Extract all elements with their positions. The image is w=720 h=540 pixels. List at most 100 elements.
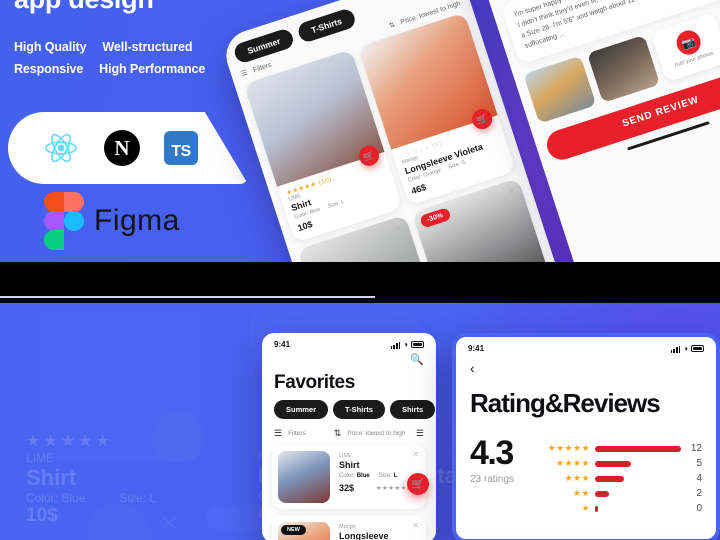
- rating-bar-stars: ★★★★★: [547, 443, 590, 453]
- review-photo-thumb[interactable]: [523, 55, 597, 124]
- rating-bar-fill: [594, 505, 598, 512]
- status-icons: ◑: [670, 344, 704, 353]
- screenshot-stage: app design High Quality Well-structured …: [0, 0, 720, 540]
- list-item[interactable]: NEW Mango Longsleeve Violeta Color: Oran…: [272, 516, 426, 540]
- back-button-icon[interactable]: ‹: [456, 355, 716, 376]
- filters-label[interactable]: Filters: [288, 430, 306, 437]
- faded-remove-icon: ✕: [160, 511, 179, 536]
- rating-bar-track: [594, 460, 681, 467]
- search-icon[interactable]: 🔍: [262, 351, 436, 366]
- item-size: Size: L: [378, 473, 398, 479]
- favorites-phone: 9:41 ◑ 🔍 Favorites Summer T-Shirts Shirt…: [262, 333, 436, 540]
- nextjs-logo-icon: N: [104, 130, 140, 166]
- item-brand: Mango: [339, 524, 356, 530]
- tech-stack-logos: N TS: [8, 112, 248, 184]
- typescript-logo-icon: TS: [164, 131, 198, 165]
- rating-distribution-bars: ★★★★★ 12 ★★★★ 5 ★★★ 4 ★★ 2 ★ 0: [528, 437, 702, 516]
- faded-brand: LIME: [26, 451, 55, 465]
- sort-icon[interactable]: ⇅: [334, 428, 342, 439]
- faded-cart-fab: [152, 411, 204, 463]
- rating-bar-value: 0: [696, 503, 702, 514]
- rating-bar-stars: ★★★★: [556, 458, 590, 468]
- faded-rating: ★★★★★: [26, 433, 113, 450]
- rating-bar-stars: ★★: [572, 488, 590, 498]
- item-price: 32$: [339, 483, 355, 493]
- wifi-icon: ◑: [683, 344, 688, 353]
- bullet-responsive: Responsive: [14, 62, 84, 76]
- filter-icon[interactable]: ☰: [274, 428, 282, 439]
- remove-icon[interactable]: ✕: [393, 222, 404, 235]
- rating-bar-track: [594, 445, 681, 452]
- rating-bar-stars: ★: [581, 503, 590, 513]
- rating-reviews-phone: 9:41 ◑ ‹ Rating&Reviews 4.3 23 ratings ★…: [452, 333, 720, 540]
- remove-item-icon[interactable]: ✕: [412, 450, 419, 459]
- rating-bar-value: 4: [696, 473, 702, 484]
- favorites-title: Favorites: [274, 372, 355, 393]
- cart-fab-button[interactable]: 🛒: [407, 473, 429, 495]
- rating-bar-row: ★★★★★ 12: [528, 441, 702, 456]
- sort-icon[interactable]: ⇅: [388, 21, 396, 30]
- item-name: Longsleeve Violeta: [339, 531, 389, 540]
- category-chip-row: Summer T-Shirts Shirts Je: [262, 400, 436, 419]
- chip-tshirts[interactable]: T-Shirts: [333, 400, 385, 419]
- rating-bar-track: [594, 505, 681, 512]
- rating-bar-fill: [594, 445, 681, 452]
- status-bar: 9:41 ◑: [262, 333, 436, 351]
- status-icons: ◑: [390, 340, 424, 349]
- rating-score-block: 4.3 23 ratings: [470, 434, 514, 486]
- figma-logo-icon: [44, 192, 84, 250]
- rating-bar-row: ★★ 2: [528, 486, 702, 501]
- status-time: 9:41: [468, 344, 485, 353]
- wifi-icon: ◑: [403, 340, 408, 349]
- faded-name: Shirt: [26, 465, 77, 490]
- add-photos-label: Add your photos: [674, 50, 715, 69]
- rating-bar-row: ★★★ 4: [528, 471, 702, 486]
- bullet-well-structured: Well-structured: [102, 40, 193, 54]
- rating-summary-chart: 4.3 23 ratings ★★★★★ 12 ★★★★ 5 ★★★ 4 ★★ 2 ★ 0: [456, 423, 716, 516]
- average-score: 4.3: [470, 434, 514, 472]
- item-name: Shirt: [339, 460, 360, 470]
- rating-bar-value: 12: [690, 443, 702, 454]
- sort-label[interactable]: Price: lowest to high: [347, 430, 405, 437]
- list-item[interactable]: LIME Shirt Color: Blue Size: L 32$ ★★★★★…: [272, 445, 426, 509]
- item-color: Color: Blue: [339, 473, 370, 479]
- bullet-high-quality: High Quality: [14, 40, 87, 54]
- filter-sort-bar: ☰ Filters ⇅ Price: lowest to high ☰: [262, 419, 436, 445]
- rating-bar-row: ★ 0: [528, 501, 702, 516]
- tilted-phone-mockups: Summer T-Shirts ☰ Filters ⇅ Price: lowes…: [183, 0, 720, 262]
- chip-shirts[interactable]: Shirts: [389, 400, 436, 419]
- rating-bar-fill: [594, 475, 624, 482]
- add-photos-button[interactable]: 📷 Add your photos: [650, 12, 720, 83]
- list-view-icon[interactable]: ☰: [416, 428, 424, 439]
- bullet-high-performance: High Performance: [99, 62, 206, 76]
- rating-bar-track: [594, 475, 681, 482]
- rating-bar-value: 2: [696, 488, 702, 499]
- remove-icon[interactable]: ✕: [507, 185, 518, 198]
- review-photo-thumb[interactable]: [586, 34, 661, 103]
- rating-bar-track: [594, 490, 681, 497]
- section-divider-line: [0, 296, 375, 298]
- filter-icon[interactable]: ☰: [240, 68, 249, 78]
- battery-icon: [691, 345, 704, 352]
- rating-reviews-title: Rating&Reviews: [470, 388, 661, 418]
- item-thumbnail: [278, 451, 330, 503]
- status-time: 9:41: [274, 340, 291, 349]
- item-brand: LIME: [339, 453, 352, 459]
- chip-summer[interactable]: Summer: [274, 400, 329, 419]
- battery-icon: [411, 341, 424, 348]
- figma-brand: Figma: [44, 192, 180, 250]
- new-badge: NEW: [281, 525, 306, 535]
- signal-icon: [390, 341, 401, 349]
- rating-bar-fill: [594, 460, 631, 467]
- signal-icon: [670, 345, 681, 353]
- discount-badge: -30%: [418, 207, 452, 229]
- rating-bar-row: ★★★★ 5: [528, 456, 702, 471]
- page-title: app design: [14, 0, 154, 15]
- camera-icon: 📷: [673, 27, 704, 58]
- rating-bar-value: 5: [696, 458, 702, 469]
- top-promo-panel: app design High Quality Well-structured …: [0, 0, 720, 262]
- remove-item-icon[interactable]: ✕: [412, 521, 419, 530]
- faded-color: Color: Blue: [26, 491, 86, 505]
- figma-label: Figma: [94, 204, 180, 237]
- ratings-total: 23 ratings: [470, 474, 514, 486]
